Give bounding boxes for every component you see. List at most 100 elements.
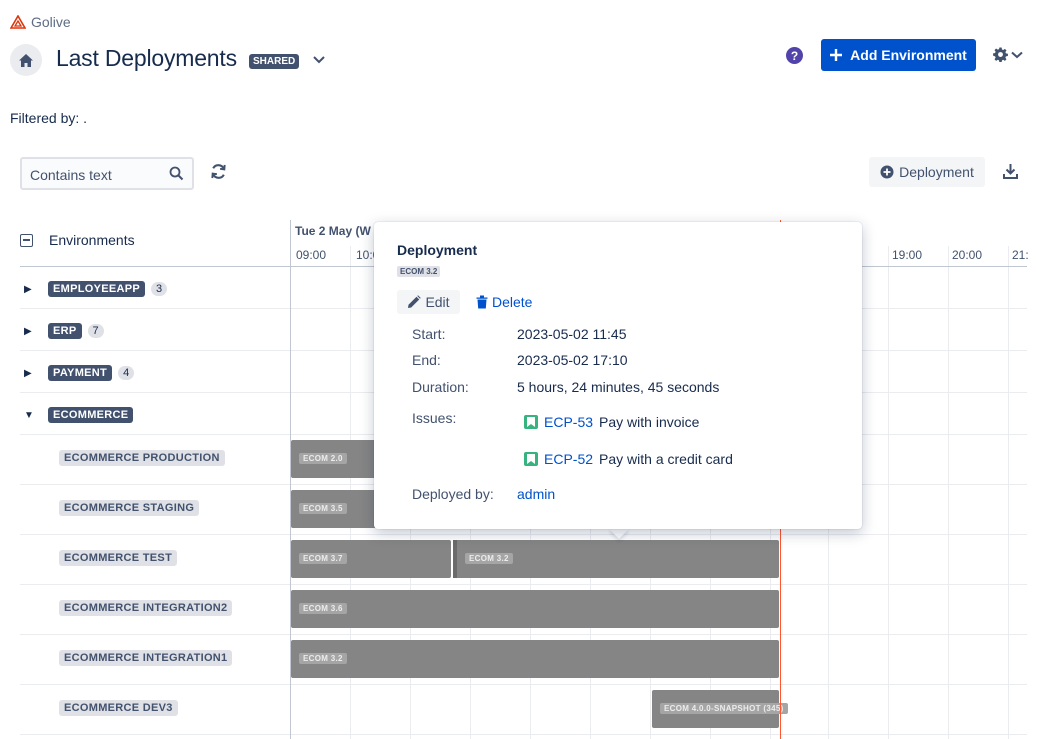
- help-icon[interactable]: ?: [786, 47, 803, 64]
- title-dropdown-chevron-icon[interactable]: [312, 52, 326, 70]
- environment-label[interactable]: ECOMMERCE STAGING: [59, 500, 200, 516]
- deployment-bar[interactable]: ECOM 3.5: [291, 490, 381, 528]
- page-title: Last Deployments: [56, 45, 237, 71]
- group-row-erp[interactable]: ▶ ERP 7: [24, 323, 104, 339]
- search-input[interactable]: [28, 166, 162, 184]
- add-environment-label: Add Environment: [850, 47, 967, 63]
- deployment-version-label: ECOM 4.0.0-SNAPSHOT (345): [660, 703, 788, 714]
- duration-value: 5 hours, 24 minutes, 45 seconds: [517, 379, 720, 395]
- deployment-version-label: ECOM 3.2: [299, 653, 347, 664]
- grid-line: [1008, 246, 1009, 266]
- edit-label: Edit: [425, 294, 450, 310]
- story-icon: [524, 415, 538, 429]
- deployment-version-label: ECOM 3.5: [299, 503, 347, 514]
- filter-summary: Filtered by: .: [10, 110, 88, 126]
- deployment-bar[interactable]: ECOM 3.7: [291, 540, 451, 578]
- end-label: End:: [412, 352, 441, 368]
- start-label: Start:: [412, 326, 446, 342]
- group-row-payment[interactable]: ▶ PAYMENT 4: [24, 365, 135, 381]
- environments-header-label: Environments: [49, 232, 135, 248]
- trash-icon: [476, 295, 488, 309]
- grid-line: [948, 266, 949, 739]
- deployed-by-user-link[interactable]: admin: [517, 486, 555, 502]
- issue-summary: Pay with a credit card: [599, 451, 733, 467]
- grid-line: [888, 246, 889, 266]
- group-badge: ECOMMERCE: [48, 407, 134, 423]
- group-badge: EMPLOYEEAPP: [48, 281, 146, 297]
- app-name-label: Golive: [31, 14, 71, 30]
- expand-caret-icon[interactable]: ▶: [24, 326, 34, 337]
- collapse-all-icon[interactable]: [20, 233, 33, 247]
- refresh-icon[interactable]: [210, 163, 227, 185]
- row-divider: [20, 584, 1027, 585]
- add-environment-button[interactable]: Add Environment: [821, 39, 976, 71]
- deployment-bar[interactable]: ECOM 3.6: [291, 590, 779, 628]
- row-divider: [20, 734, 1027, 735]
- deployment-popup: Deployment ECOM 3.2 Edit Delete Start: 2…: [374, 222, 862, 529]
- expand-caret-icon[interactable]: ▶: [24, 284, 34, 295]
- group-row-employeeapp[interactable]: ▶ EMPLOYEEAPP 3: [24, 281, 168, 297]
- issue-key-link[interactable]: ECP-52: [544, 451, 593, 467]
- group-count: 7: [87, 324, 104, 338]
- deployed-by-label: Deployed by:: [412, 486, 494, 502]
- delete-label: Delete: [492, 294, 533, 310]
- collapse-caret-icon[interactable]: ▼: [24, 410, 34, 421]
- gear-icon: [993, 47, 1008, 62]
- pencil-icon: [408, 295, 422, 308]
- environment-label[interactable]: ECOMMERCE PRODUCTION: [59, 450, 225, 466]
- duration-label: Duration:: [412, 379, 469, 395]
- row-divider: [20, 534, 1027, 535]
- expand-caret-icon[interactable]: ▶: [24, 368, 34, 379]
- environments-header: Environments: [20, 232, 135, 248]
- add-deployment-label: Deployment: [899, 164, 974, 180]
- row-divider: [20, 634, 1027, 635]
- environment-label[interactable]: ECOMMERCE TEST: [59, 550, 178, 566]
- issue-item: ECP-52 Pay with a credit card: [524, 451, 733, 467]
- group-count: 4: [118, 366, 135, 380]
- group-row-ecommerce[interactable]: ▼ ECOMMERCE: [24, 407, 134, 423]
- story-icon: [524, 452, 538, 466]
- issue-item: ECP-53 Pay with invoice: [524, 414, 699, 430]
- deployment-bar[interactable]: ECOM 2.0: [291, 440, 381, 478]
- group-badge: PAYMENT: [48, 365, 113, 381]
- timeline-hour-label: 21:: [1012, 248, 1029, 262]
- popup-version-badge: ECOM 3.2: [397, 266, 441, 277]
- deployment-bar[interactable]: ECOM 3.2: [291, 640, 779, 678]
- deployment-version-label: ECOM 3.6: [299, 603, 347, 614]
- home-icon: [19, 53, 33, 67]
- environment-label[interactable]: ECOMMERCE INTEGRATION2: [59, 600, 233, 616]
- golive-logo-icon: [10, 15, 26, 29]
- bar-edge: [453, 540, 457, 578]
- delete-button[interactable]: Delete: [476, 290, 532, 314]
- chevron-down-icon: [1011, 51, 1023, 58]
- deployment-version-label: ECOM 3.2: [465, 553, 513, 564]
- timeline-hour-label: 19:00: [892, 248, 923, 262]
- group-badge: ERP: [48, 323, 82, 339]
- grid-line: [888, 266, 889, 739]
- grid-line: [1008, 266, 1009, 739]
- home-button[interactable]: [10, 44, 42, 76]
- download-icon[interactable]: [1003, 163, 1018, 184]
- deployment-bar[interactable]: ECOM 4.0.0-SNAPSHOT (345): [652, 690, 788, 728]
- search-icon[interactable]: [169, 166, 184, 181]
- environment-label[interactable]: ECOMMERCE INTEGRATION1: [59, 650, 233, 666]
- search-field[interactable]: [20, 157, 194, 190]
- issue-summary: Pay with invoice: [599, 414, 700, 430]
- edit-button[interactable]: Edit: [397, 290, 460, 314]
- timeline-hour-label: 20:00: [952, 248, 983, 262]
- grid-line: [350, 246, 351, 266]
- row-divider: [20, 684, 1027, 685]
- popup-title: Deployment: [397, 242, 478, 258]
- timeline-hour-label: 09:00: [296, 248, 327, 262]
- deployment-bar-selected[interactable]: ECOM 3.2: [453, 540, 779, 578]
- app-name: Golive: [10, 14, 71, 30]
- settings-menu-button[interactable]: [993, 47, 1023, 62]
- environment-label[interactable]: ECOMMERCE DEV3: [59, 700, 178, 716]
- add-deployment-button[interactable]: Deployment: [869, 157, 985, 187]
- issue-key-link[interactable]: ECP-53: [544, 414, 593, 430]
- grid-line: [948, 246, 949, 266]
- shared-badge: SHARED: [249, 54, 300, 69]
- group-count: 3: [151, 282, 168, 296]
- timeline-date-label: Tue 2 May (W: [295, 224, 371, 238]
- plus-circle-icon: [880, 165, 894, 179]
